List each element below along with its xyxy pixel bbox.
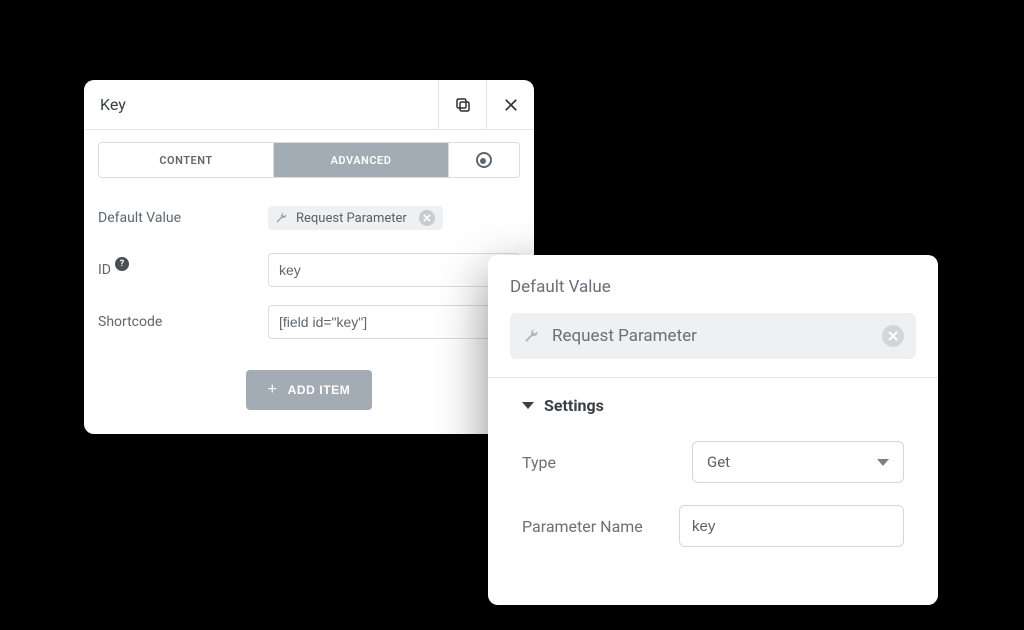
help-icon[interactable]: ? [115,257,129,271]
label-default-value: Default Value [98,210,268,226]
type-select[interactable]: Get [692,441,904,483]
wrench-icon [522,327,540,345]
x-icon [888,331,898,341]
panel-footer: + ADD ITEM [84,352,534,434]
label-id: ID ? [98,262,268,278]
type-select-value: Get [707,453,730,471]
chip-label: Request Parameter [296,211,407,226]
chip-clear-button[interactable] [882,325,904,347]
label-shortcode: Shortcode [98,314,268,330]
plus-icon: + [268,382,278,398]
copy-icon [454,96,472,114]
parameter-name-input[interactable] [679,505,904,547]
caret-down-icon [522,402,534,409]
panel-header: Key [84,80,534,130]
popover-settings: Settings Type Get Parameter Name [488,377,938,595]
chevron-down-icon [877,459,889,466]
panel-body: CONTENT ADVANCED Default Value Request P… [84,130,534,344]
tab-bar: CONTENT ADVANCED [98,142,520,178]
tab-content[interactable]: CONTENT [99,143,274,177]
default-value-popover: Default Value Request Parameter Settings… [488,255,938,605]
popover-title: Default Value [510,277,916,297]
tab-dynamic[interactable] [449,143,519,177]
x-icon [423,214,431,222]
settings-title: Settings [544,396,604,415]
label-parameter-name: Parameter Name [522,517,679,536]
settings-header[interactable]: Settings [522,396,904,415]
id-input[interactable] [268,253,520,287]
row-id: ID ? [98,248,520,292]
add-item-button[interactable]: + ADD ITEM [246,370,373,410]
chip-label: Request Parameter [552,326,697,346]
label-type: Type [522,453,692,472]
row-shortcode: Shortcode [98,300,520,344]
row-parameter-name: Parameter Name [522,505,904,547]
dynamic-icon [476,152,492,168]
row-default-value: Default Value Request Parameter [98,196,520,240]
panel-title: Key [84,80,438,129]
row-type: Type Get [522,441,904,483]
chip-clear-button[interactable] [419,210,435,226]
close-button[interactable] [486,80,534,129]
add-item-label: ADD ITEM [288,383,351,397]
tab-advanced[interactable]: ADVANCED [274,143,449,177]
chip-request-parameter-large[interactable]: Request Parameter [510,313,916,359]
item-settings-panel: Key CONTENT ADVANCED Default Value [84,80,534,434]
wrench-icon [274,211,288,225]
chip-request-parameter[interactable]: Request Parameter [268,206,443,230]
shortcode-input[interactable] [268,305,520,339]
close-icon [502,96,520,114]
duplicate-button[interactable] [438,80,486,129]
